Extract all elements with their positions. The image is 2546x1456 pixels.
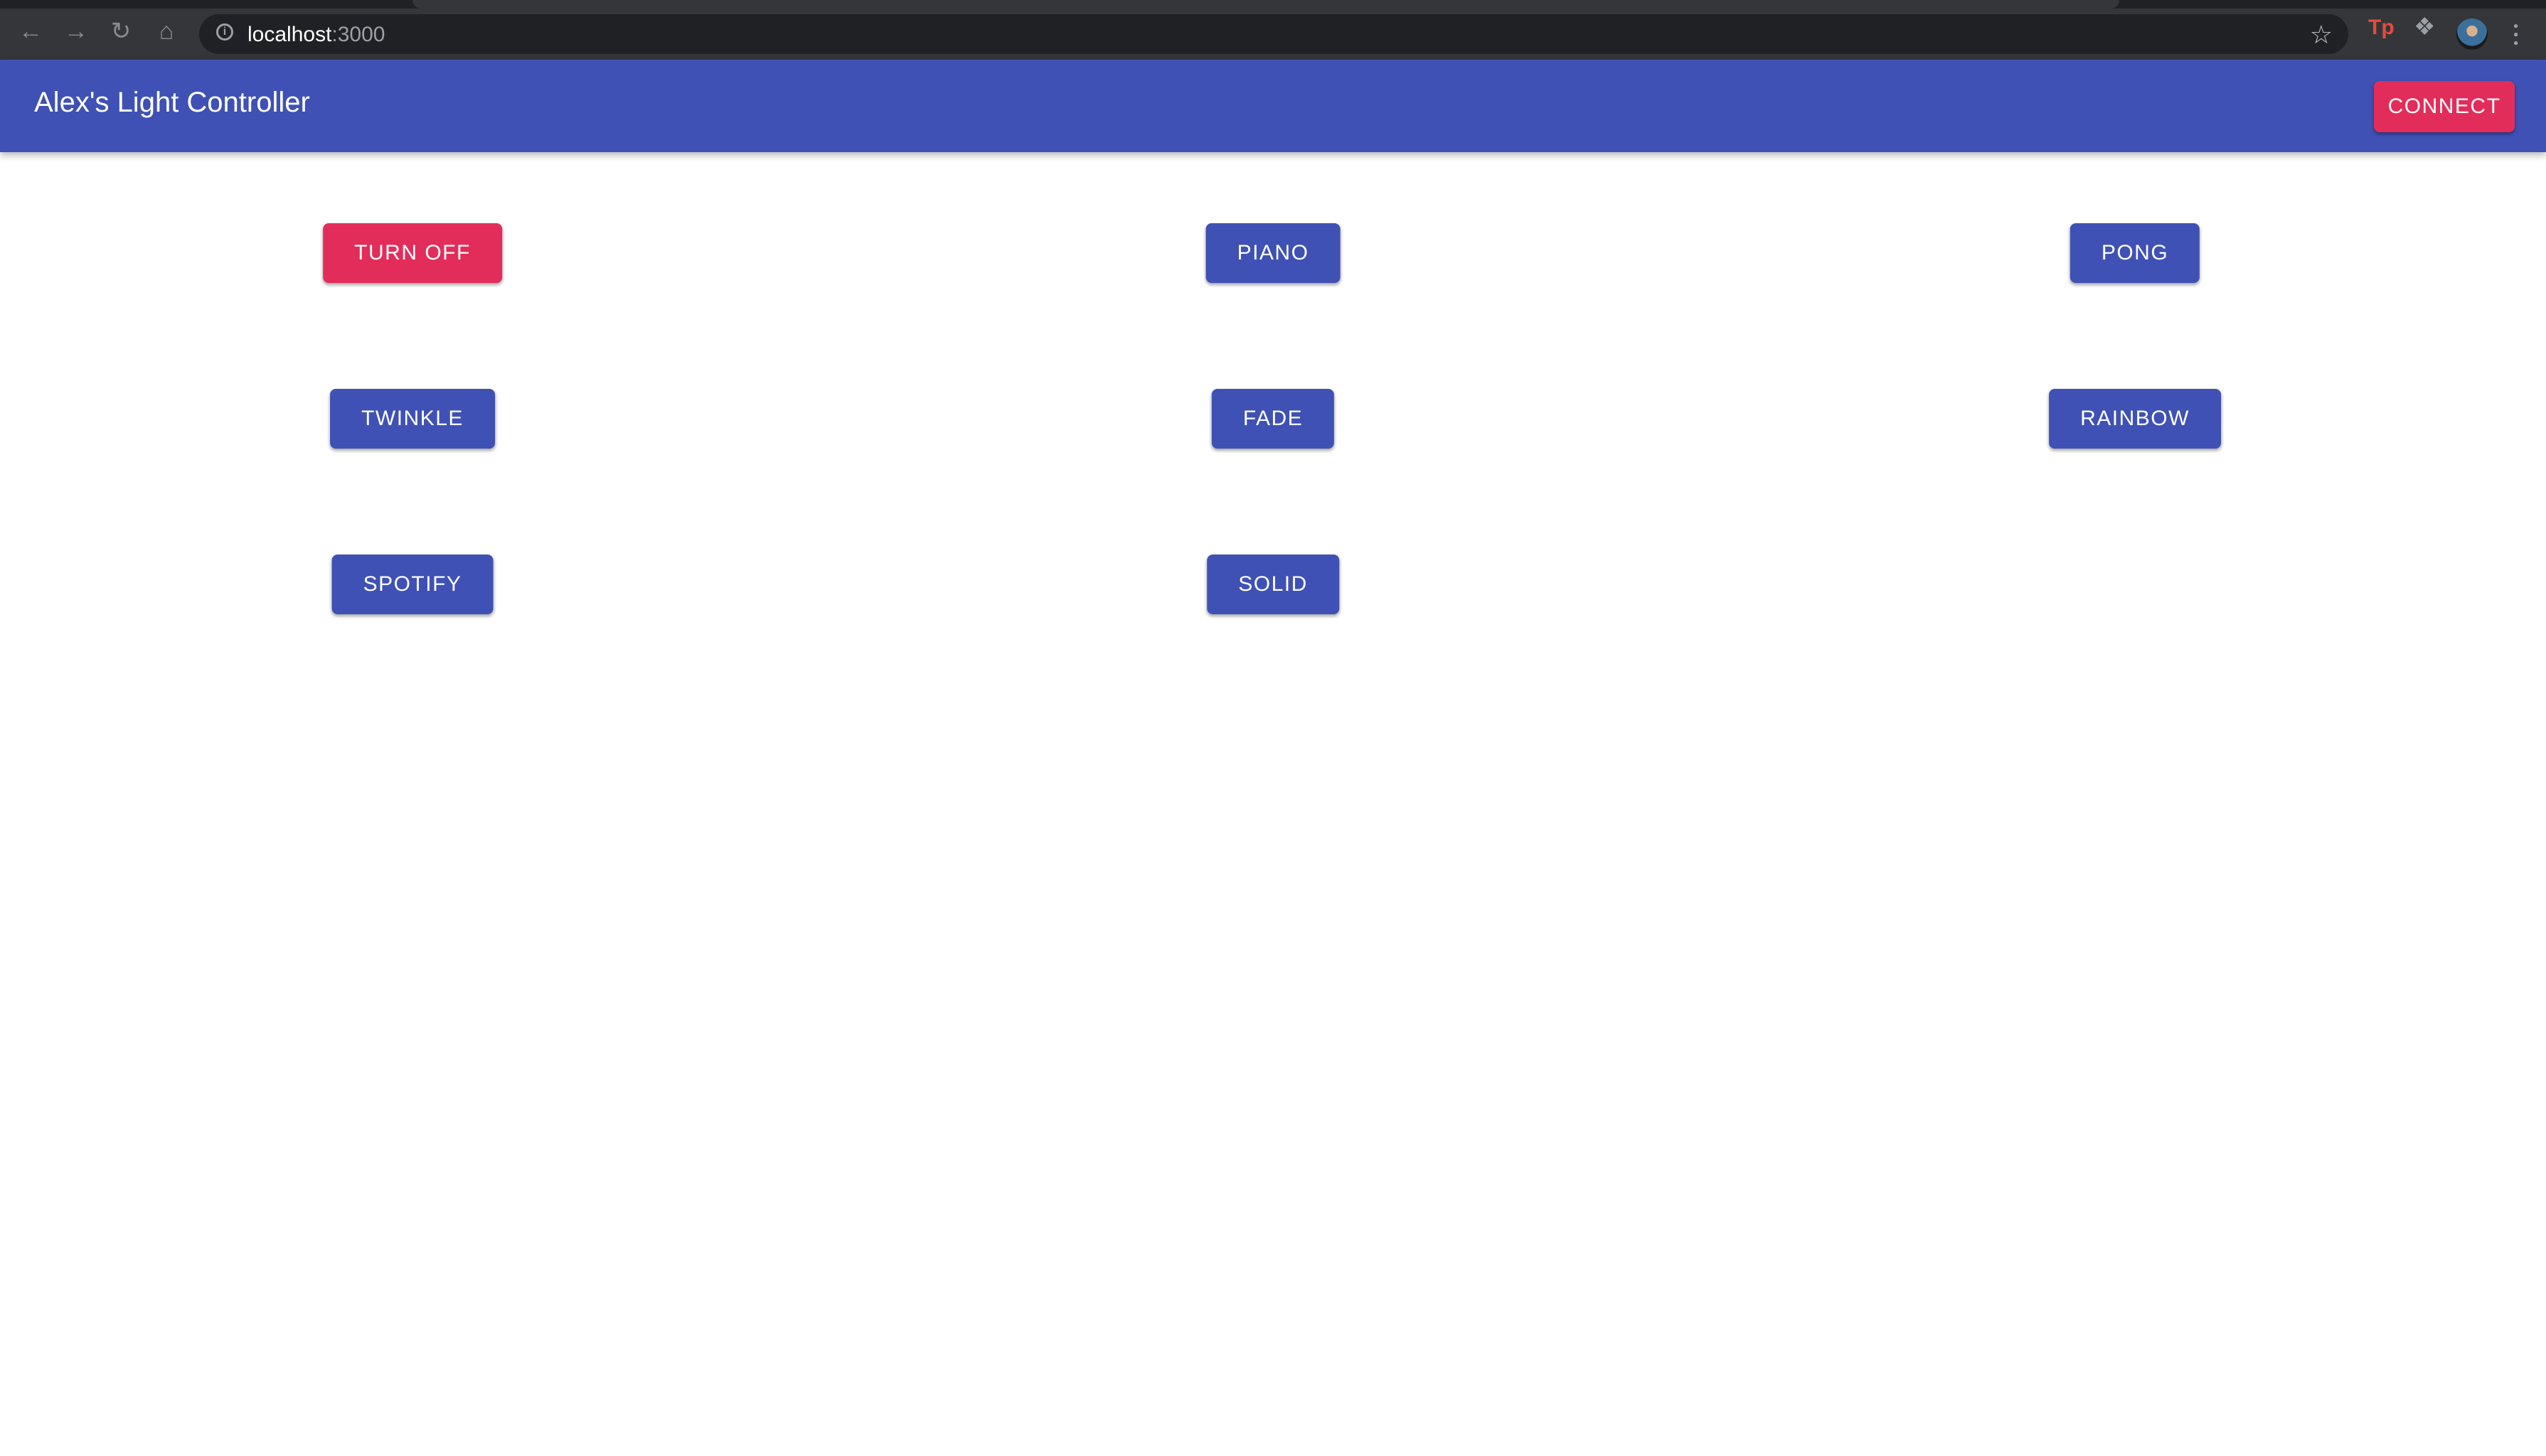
forward-icon[interactable]: → [64, 19, 88, 43]
extension-tp-icon[interactable]: Tp [2368, 16, 2395, 40]
solid-button[interactable]: SOLID [1207, 555, 1339, 614]
url-host: localhost [247, 23, 332, 46]
home-icon[interactable]: ⌂ [155, 19, 178, 43]
rainbow-button[interactable]: RAINBOW [2049, 389, 2221, 449]
tab-strip [0, 0, 2546, 9]
piano-button[interactable]: PIANO [1205, 223, 1341, 283]
more-menu-icon[interactable]: ● ● ● [2513, 21, 2519, 47]
fade-button[interactable]: FADE [1211, 389, 1335, 449]
extensions-puzzle-icon[interactable]: ❖ [2414, 13, 2435, 41]
app-bar: Alex's Light Controller [0, 60, 2546, 152]
spotify-button[interactable]: SPOTIFY [331, 555, 494, 614]
info-icon[interactable]: i [216, 23, 233, 41]
back-icon[interactable]: ← [18, 19, 43, 43]
twinkle-button[interactable]: TWINKLE [330, 389, 495, 449]
star-icon[interactable]: ☆ [2310, 20, 2333, 50]
reload-icon[interactable]: ↻ [110, 19, 132, 43]
profile-avatar[interactable] [2456, 18, 2488, 50]
address-bar[interactable]: i localhost:3000 ☆ [199, 14, 2348, 54]
turn-off-button[interactable]: TURN OFF [323, 223, 502, 283]
pong-button[interactable]: PONG [2070, 223, 2200, 283]
app-title: Alex's Light Controller [34, 87, 310, 118]
url-port: :3000 [331, 23, 385, 46]
connect-button[interactable]: CONNECT [2374, 81, 2515, 132]
browser-tab[interactable] [412, 0, 2119, 9]
browser-toolbar: ← → ↻ ⌂ i localhost:3000 ☆ Tp ❖ ● ● ● [0, 0, 2546, 60]
url-text[interactable]: localhost:3000 [247, 23, 385, 47]
